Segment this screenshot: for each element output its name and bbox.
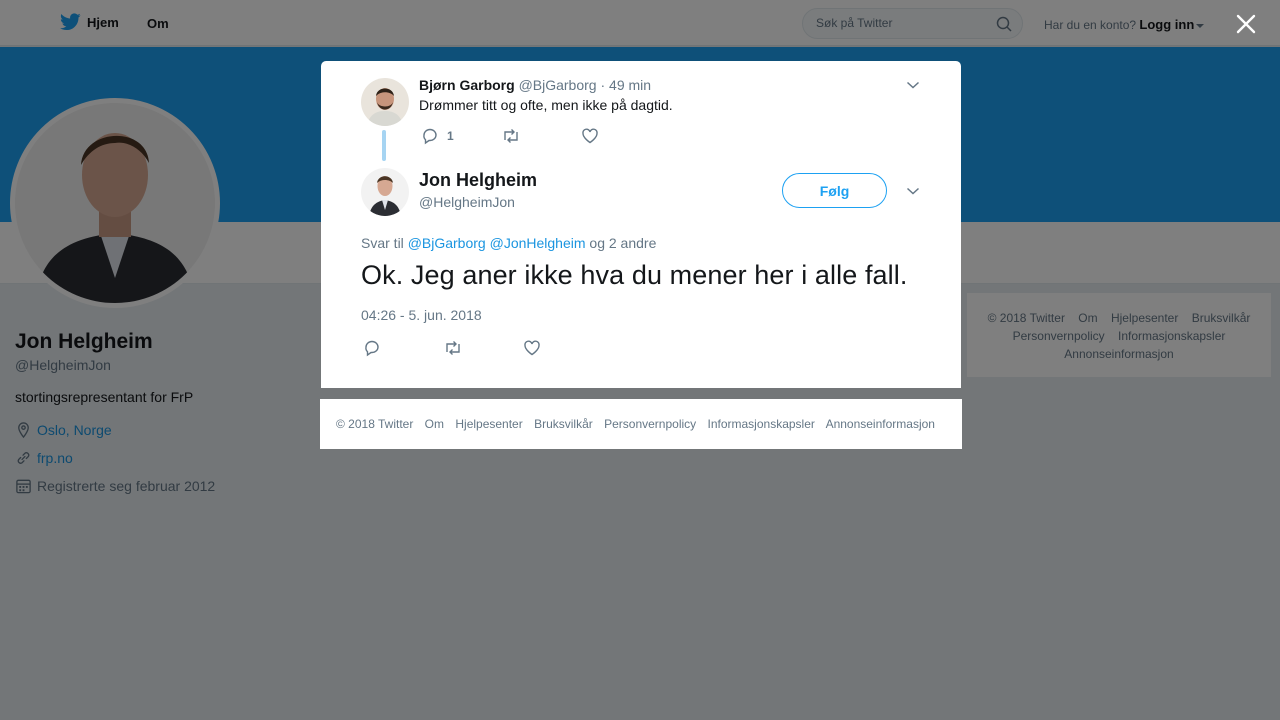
parent-tweet-text: Drømmer titt og ofte, men ikke på dagtid… xyxy=(419,97,673,113)
modal-footer: © 2018 Twitter Om Hjelpesenter Bruksvilk… xyxy=(320,399,962,449)
main-retweet-action[interactable] xyxy=(443,339,523,357)
main-author-handle[interactable]: @HelgheimJon xyxy=(419,194,515,210)
reply-mention-link[interactable]: @BjGarborg xyxy=(408,235,486,251)
parent-tweet-actions: 1 xyxy=(421,127,599,145)
retweet-icon xyxy=(446,341,460,355)
modal-footer-link[interactable]: Om xyxy=(425,417,444,431)
reply-context: Svar til @BjGarborg @JonHelgheim og 2 an… xyxy=(361,235,656,251)
reply-others[interactable]: og 2 andre xyxy=(589,235,656,251)
reply-icon xyxy=(423,128,437,145)
parent-tweet-header: Bjørn Garborg @BjGarborg · 49 min xyxy=(419,77,651,93)
reply-icon xyxy=(365,340,379,357)
main-tweet-timestamp[interactable]: 04:26 - 5. jun. 2018 xyxy=(361,307,482,323)
modal-footer-link[interactable]: Annonseinformasjon xyxy=(826,417,935,431)
main-tweet-actions xyxy=(363,339,541,357)
main-avatar-photo xyxy=(361,168,409,216)
follow-button[interactable]: Følg xyxy=(782,173,887,208)
modal-footer-link[interactable]: Personvernpolicy xyxy=(604,417,696,431)
main-reply-action[interactable] xyxy=(363,339,443,357)
parent-reply-count: 1 xyxy=(447,129,454,143)
main-author-name[interactable]: Jon Helgheim xyxy=(419,170,537,191)
retweet-icon xyxy=(504,129,518,143)
modal-footer-copyright: © 2018 Twitter xyxy=(336,417,414,431)
modal-footer-link[interactable]: Hjelpesenter xyxy=(455,417,522,431)
parent-author-handle[interactable]: @BjGarborg xyxy=(519,77,597,93)
tweet-modal: Bjørn Garborg @BjGarborg · 49 min Drømme… xyxy=(321,61,961,388)
thread-connector xyxy=(382,130,386,161)
parent-avatar-photo xyxy=(361,78,409,126)
modal-footer-link[interactable]: Informasjonskapsler xyxy=(708,417,815,431)
heart-icon xyxy=(582,128,598,144)
close-icon[interactable] xyxy=(1234,12,1258,36)
parent-reply-action[interactable]: 1 xyxy=(421,127,501,145)
reply-mention-link[interactable]: @JonHelgheim xyxy=(490,235,586,251)
modal-footer-link[interactable]: Bruksvilkår xyxy=(534,417,593,431)
heart-icon xyxy=(524,340,540,356)
parent-dot-separator: · xyxy=(600,77,606,93)
parent-tweet-time[interactable]: 49 min xyxy=(609,77,651,93)
reply-prefix: Svar til xyxy=(361,235,404,251)
chevron-down-icon[interactable] xyxy=(906,186,920,196)
parent-retweet-action[interactable] xyxy=(501,127,581,145)
parent-author-name[interactable]: Bjørn Garborg xyxy=(419,77,515,93)
main-like-action[interactable] xyxy=(523,339,541,357)
parent-like-action[interactable] xyxy=(581,127,599,145)
main-tweet-avatar[interactable] xyxy=(361,168,409,216)
main-tweet-text: Ok. Jeg aner ikke hva du mener her i all… xyxy=(361,260,908,290)
chevron-down-icon[interactable] xyxy=(906,80,920,90)
parent-tweet-avatar[interactable] xyxy=(361,78,409,126)
